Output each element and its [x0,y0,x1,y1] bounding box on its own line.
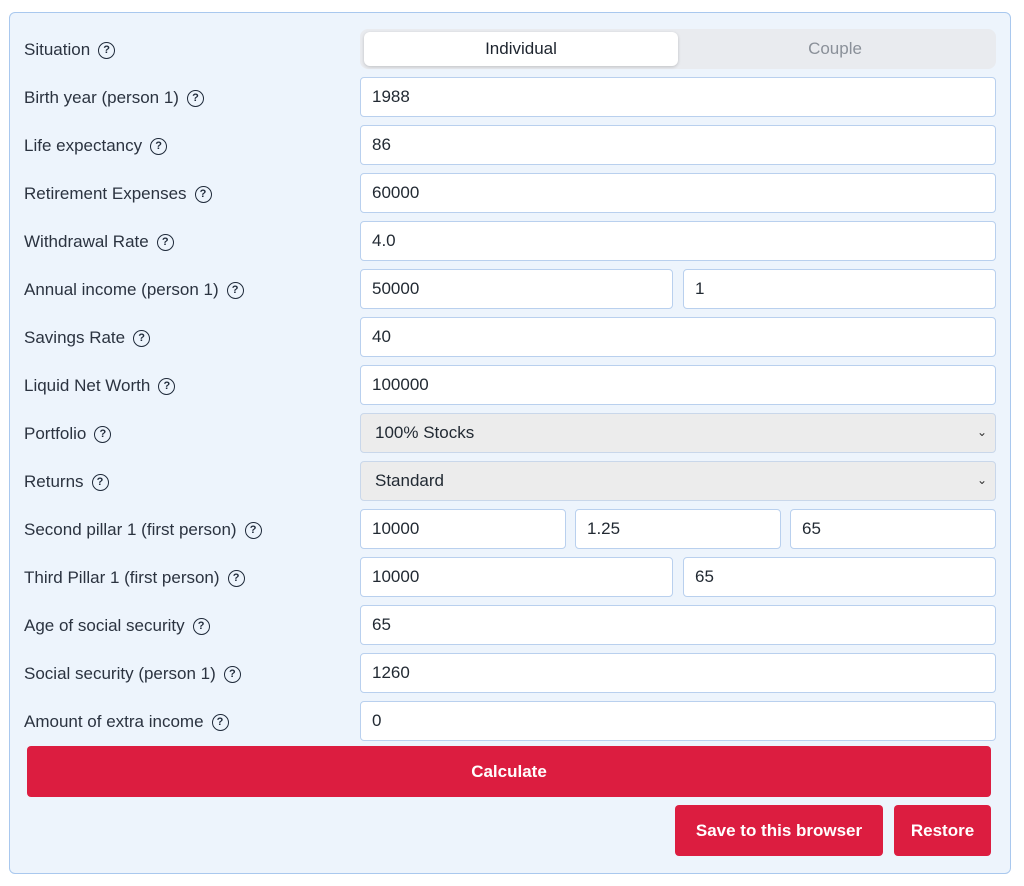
social-security-age-input[interactable]: 65 [360,605,996,645]
annual-income-input[interactable]: 50000 [360,269,673,309]
portfolio-label-wrap: Portfolio ? [24,413,112,455]
extra-income-row: Amount of extra income ? 0 [10,701,1010,743]
returns-select-value: Standard [375,471,444,490]
retirement-form-panel: Situation ? Individual Couple Birth year… [9,12,1011,874]
social-security-label-wrap: Social security (person 1) ? [24,653,241,695]
savings-rate-label-wrap: Savings Rate ? [24,317,151,359]
help-icon[interactable]: ? [91,473,109,491]
birth-year-input[interactable]: 1988 [360,77,996,117]
situation-toggle: Individual Couple [360,29,996,69]
third-pillar-amount-input[interactable]: 10000 [360,557,673,597]
returns-select[interactable]: Standard ⌄ [360,461,996,501]
social-security-label: Social security (person 1) [24,664,216,683]
life-expectancy-row: Life expectancy ? 86 [10,125,1010,167]
retirement-expenses-label: Retirement Expenses [24,184,187,203]
withdrawal-rate-row: Withdrawal Rate ? 4.0 [10,221,1010,263]
birth-year-label: Birth year (person 1) [24,88,179,107]
returns-row: Returns ? Standard ⌄ [10,461,1010,503]
portfolio-select-value: 100% Stocks [375,423,475,442]
liquid-net-worth-label: Liquid Net Worth [24,376,151,395]
withdrawal-rate-input[interactable]: 4.0 [360,221,996,261]
birth-year-row: Birth year (person 1) ? 1988 [10,77,1010,119]
chevron-down-icon: ⌄ [976,425,987,439]
help-icon[interactable]: ? [156,233,174,251]
retirement-expenses-label-wrap: Retirement Expenses ? [24,173,212,215]
social-security-age-row: Age of social security ? 65 [10,605,1010,647]
third-pillar-label-wrap: Third Pillar 1 (first person) ? [24,557,245,599]
savings-rate-input[interactable]: 40 [360,317,996,357]
portfolio-select[interactable]: 100% Stocks ⌄ [360,413,996,453]
restore-button[interactable]: Restore [894,805,991,856]
calculate-button[interactable]: Calculate [27,746,991,797]
annual-income-growth-input[interactable]: 1 [683,269,996,309]
help-icon[interactable]: ? [94,425,112,443]
second-pillar-label: Second pillar 1 (first person) [24,520,237,539]
social-security-row: Social security (person 1) ? 1260 [10,653,1010,695]
situation-couple-button[interactable]: Couple [678,32,992,66]
third-pillar-label: Third Pillar 1 (first person) [24,568,220,587]
annual-income-row: Annual income (person 1) ? 50000 1 [10,269,1010,311]
situation-label: Situation [24,40,91,59]
help-icon[interactable]: ? [223,665,241,683]
portfolio-label: Portfolio [24,424,87,443]
social-security-input[interactable]: 1260 [360,653,996,693]
help-icon[interactable]: ? [194,185,212,203]
extra-income-label: Amount of extra income [24,712,204,731]
retirement-expenses-input[interactable]: 60000 [360,173,996,213]
life-expectancy-label-wrap: Life expectancy ? [24,125,168,167]
birth-year-label-wrap: Birth year (person 1) ? [24,77,204,119]
second-pillar-rate-input[interactable]: 1.25 [575,509,781,549]
liquid-net-worth-label-wrap: Liquid Net Worth ? [24,365,176,407]
returns-label: Returns [24,472,84,491]
retirement-expenses-row: Retirement Expenses ? 60000 [10,173,1010,215]
help-icon[interactable]: ? [226,281,244,299]
savings-rate-label: Savings Rate [24,328,126,347]
second-pillar-row: Second pillar 1 (first person) ? 10000 1… [10,509,1010,551]
social-security-age-label: Age of social security [24,616,185,635]
liquid-net-worth-input[interactable]: 100000 [360,365,996,405]
withdrawal-rate-label: Withdrawal Rate [24,232,149,251]
savings-rate-row: Savings Rate ? 40 [10,317,1010,359]
second-pillar-amount-input[interactable]: 10000 [360,509,566,549]
help-icon[interactable]: ? [211,713,229,731]
life-expectancy-label: Life expectancy [24,136,143,155]
annual-income-label-wrap: Annual income (person 1) ? [24,269,244,311]
chevron-down-icon: ⌄ [976,473,987,487]
second-pillar-age-input[interactable]: 65 [790,509,996,549]
returns-label-wrap: Returns ? [24,461,109,503]
help-icon[interactable]: ? [150,137,168,155]
situation-individual-button[interactable]: Individual [364,32,678,66]
help-icon[interactable]: ? [244,521,262,539]
third-pillar-row: Third Pillar 1 (first person) ? 10000 65 [10,557,1010,599]
liquid-net-worth-row: Liquid Net Worth ? 100000 [10,365,1010,407]
help-icon[interactable]: ? [133,329,151,347]
save-to-browser-button[interactable]: Save to this browser [675,805,883,856]
life-expectancy-input[interactable]: 86 [360,125,996,165]
situation-label-wrap: Situation ? [24,29,116,71]
help-icon[interactable]: ? [158,377,176,395]
help-icon[interactable]: ? [98,41,116,59]
annual-income-label: Annual income (person 1) [24,280,219,299]
extra-income-label-wrap: Amount of extra income ? [24,701,229,743]
second-pillar-label-wrap: Second pillar 1 (first person) ? [24,509,262,551]
withdrawal-rate-label-wrap: Withdrawal Rate ? [24,221,174,263]
help-icon[interactable]: ? [186,89,204,107]
extra-income-input[interactable]: 0 [360,701,996,741]
help-icon[interactable]: ? [227,569,245,587]
portfolio-row: Portfolio ? 100% Stocks ⌄ [10,413,1010,455]
help-icon[interactable]: ? [192,617,210,635]
social-security-age-label-wrap: Age of social security ? [24,605,210,647]
third-pillar-age-input[interactable]: 65 [683,557,996,597]
